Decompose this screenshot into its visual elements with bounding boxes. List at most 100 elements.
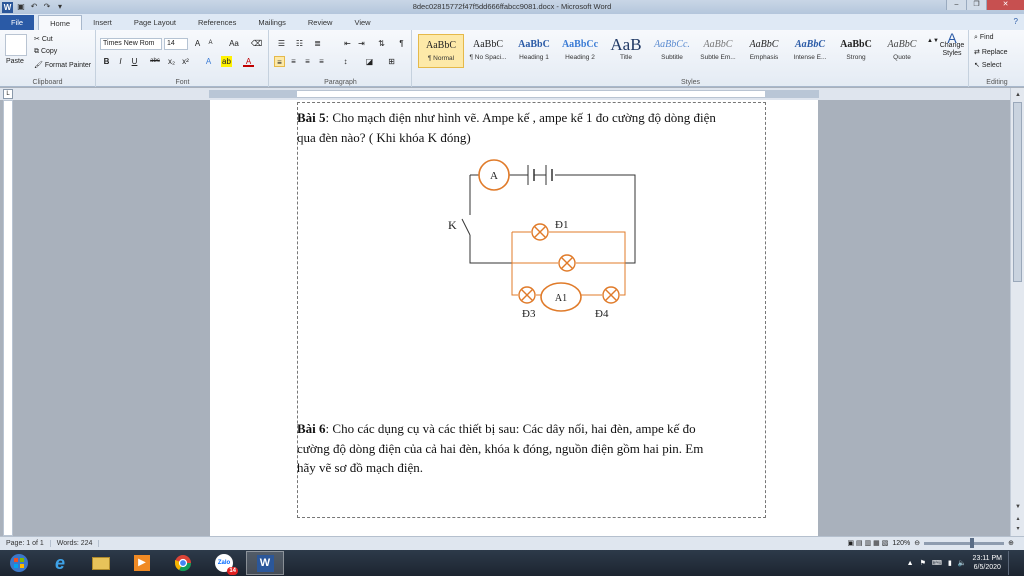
internet-explorer-icon[interactable]: e (41, 551, 79, 575)
clock[interactable]: 23:11 PM 6/5/2020 (973, 554, 1002, 572)
underline-button[interactable]: U (129, 56, 140, 67)
style-no-spacing[interactable]: AaBbC ¶ No Spaci... (465, 34, 511, 68)
find-button[interactable]: ⌕ Find (974, 34, 994, 42)
align-right-icon[interactable]: ≡ (302, 56, 313, 67)
style-emphasis[interactable]: AaBbC Emphasis (741, 34, 787, 68)
volume-icon[interactable]: 🔈 (958, 559, 967, 567)
start-button[interactable] (0, 551, 38, 575)
numbering-icon[interactable]: ☷ (294, 38, 305, 49)
word-app-icon[interactable]: W (2, 1, 13, 13)
tab-selector-icon[interactable]: L (3, 89, 13, 99)
close-button[interactable]: ✕ (986, 0, 1024, 10)
strikethrough-button[interactable]: abc (147, 56, 163, 67)
bullets-icon[interactable]: ☰ (276, 38, 287, 49)
undo-icon[interactable]: ↶ (29, 2, 39, 12)
format-painter-button[interactable]: 🖌 Format Painter (34, 61, 91, 69)
font-name-combo[interactable]: Times New Rom (100, 38, 162, 50)
replace-button[interactable]: ⇄ Replace (974, 48, 1008, 56)
tab-mailings[interactable]: Mailings (247, 15, 297, 30)
tab-file[interactable]: File (0, 15, 35, 30)
decrease-indent-icon[interactable]: ⇤ (342, 38, 353, 49)
word-taskbar-icon[interactable]: W (246, 551, 284, 575)
style-subtle-emphasis[interactable]: AaBbC Subtle Em... (695, 34, 741, 68)
redo-icon[interactable]: ↷ (42, 2, 52, 12)
borders-icon[interactable]: ⊞ (386, 56, 397, 67)
grow-font-icon[interactable]: A (192, 38, 203, 49)
prev-page-icon[interactable]: ▴ (1013, 514, 1023, 524)
text-effects-icon[interactable]: A (203, 56, 214, 67)
zoom-out-icon[interactable]: ⊖ (914, 539, 920, 547)
tab-view[interactable]: View (343, 15, 381, 30)
change-case-button[interactable]: Aa (225, 38, 243, 49)
shrink-font-icon[interactable]: A (205, 38, 216, 49)
view-mode-icons[interactable]: ▣ ▤ ▥ ▦ ▧ (847, 539, 888, 547)
zoom-slider-knob[interactable] (970, 537, 975, 548)
show-marks-icon[interactable]: ¶ (396, 38, 407, 49)
clear-format-icon[interactable]: ⌫ (251, 38, 262, 49)
style-heading-2[interactable]: AaBbCc Heading 2 (557, 34, 603, 68)
scroll-thumb[interactable] (1013, 102, 1022, 282)
zalo-icon[interactable]: Zalo 14 (205, 551, 243, 575)
highlight-icon[interactable]: ab (221, 56, 232, 67)
cut-button[interactable]: ✂ Cut (34, 35, 53, 43)
superscript-button[interactable]: x² (180, 56, 191, 67)
copy-button[interactable]: ⧉ Copy (34, 48, 57, 56)
scroll-down-icon[interactable]: ▼ (1013, 502, 1023, 512)
minimize-button[interactable]: – (946, 0, 966, 10)
paste-button[interactable]: Paste (6, 58, 24, 65)
scroll-up-icon[interactable]: ▲ (1013, 90, 1023, 100)
lamp-d4-label: Đ4 (595, 308, 609, 320)
exercise-6-text[interactable]: Bài 6: Cho các dụng cụ và các thiết bị s… (297, 419, 767, 478)
line-spacing-icon[interactable]: ↕ (340, 56, 351, 67)
sort-icon[interactable]: ⇅ (376, 38, 387, 49)
chrome-icon[interactable] (164, 551, 202, 575)
style-normal[interactable]: AaBbC ¶ Normal (418, 34, 464, 68)
vertical-ruler[interactable] (3, 100, 13, 536)
page-count[interactable]: Page: 1 of 1 (0, 540, 51, 547)
align-left-icon[interactable]: ≡ (274, 56, 285, 67)
horizontal-ruler[interactable]: L (0, 88, 1024, 100)
file-explorer-icon[interactable] (82, 551, 120, 575)
style-strong[interactable]: AaBbC Strong (833, 34, 879, 68)
tab-insert[interactable]: Insert (82, 15, 123, 30)
tab-page-layout[interactable]: Page Layout (123, 15, 187, 30)
align-center-icon[interactable]: ≡ (288, 56, 299, 67)
style-intense-emphasis[interactable]: AaBbC Intense E... (787, 34, 833, 68)
vertical-scrollbar[interactable]: ▲ ▼ ▴ ▾ (1010, 88, 1024, 536)
subscript-button[interactable]: x₂ (166, 56, 177, 67)
save-icon[interactable]: ▣ (16, 2, 26, 12)
show-desktop-button[interactable] (1008, 551, 1016, 575)
italic-button[interactable]: I (115, 56, 126, 67)
select-button[interactable]: ↖ Select (974, 61, 1001, 69)
zoom-slider[interactable] (924, 537, 1005, 548)
restore-button[interactable]: ❐ (966, 0, 986, 10)
word-count[interactable]: Words: 224 (51, 540, 100, 547)
tab-review[interactable]: Review (297, 15, 344, 30)
customize-qat-icon[interactable]: ▾ (55, 2, 65, 12)
exercise-5-text[interactable]: Bài 5: Cho mạch điện như hình vẽ. Ampe k… (297, 108, 767, 147)
media-player-icon[interactable]: ▶ (123, 551, 161, 575)
font-size-combo[interactable]: 14 (164, 38, 188, 50)
justify-icon[interactable]: ≡ (316, 56, 327, 67)
next-page-icon[interactable]: ▾ (1013, 524, 1023, 534)
style-title[interactable]: AaB Title (603, 34, 649, 68)
tab-home[interactable]: Home (38, 15, 83, 30)
flag-icon[interactable]: ⚑ (920, 559, 926, 567)
style-quote[interactable]: AaBbC Quote (879, 34, 925, 68)
zoom-in-icon[interactable]: ⊕ (1008, 539, 1014, 547)
increase-indent-icon[interactable]: ⇥ (356, 38, 367, 49)
network-icon[interactable]: ▮ (948, 559, 952, 567)
change-styles-button[interactable]: A Change Styles (937, 31, 967, 58)
paste-icon[interactable] (5, 34, 27, 56)
keyboard-icon[interactable]: ⌨ (932, 559, 942, 567)
bold-button[interactable]: B (101, 56, 112, 67)
style-heading-1[interactable]: AaBbC Heading 1 (511, 34, 557, 68)
tab-references[interactable]: References (187, 15, 247, 30)
shading-icon[interactable]: ◪ (364, 56, 375, 67)
style-subtitle[interactable]: AaBbCc. Subtitle (649, 34, 695, 68)
tray-arrow-icon[interactable]: ▲ (907, 560, 914, 567)
help-icon[interactable]: ? (1014, 17, 1018, 26)
zoom-level[interactable]: 120% (892, 540, 910, 547)
font-color-icon[interactable]: A (243, 56, 254, 67)
multilevel-list-icon[interactable]: ≣ (312, 38, 323, 49)
